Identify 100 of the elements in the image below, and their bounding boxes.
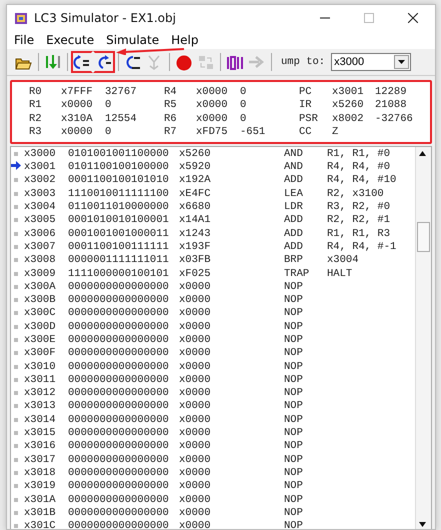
hex-cell-text: x0000 — [179, 320, 212, 333]
scrollbar-thumb[interactable] — [417, 222, 430, 252]
row-marker-icon[interactable] — [14, 391, 18, 396]
menu-item[interactable]: Help — [165, 33, 204, 47]
hex-cell-text: x6680 — [179, 201, 212, 214]
hex-cell-text: x0000 — [179, 454, 212, 466]
address-cell-text: x3005 — [24, 214, 57, 226]
binary-cell-text: 0000000000000000 — [68, 427, 170, 440]
opcode-cell-text: NOP — [284, 400, 304, 412]
step-over-icon — [73, 54, 91, 70]
row-marker-icon[interactable] — [14, 378, 18, 382]
opcode-cell-text: LEA — [284, 188, 304, 200]
row-marker-icon[interactable] — [14, 324, 18, 329]
address-cell-text: x3002 — [24, 174, 57, 186]
step-over-button[interactable] — [71, 51, 93, 73]
row-marker-icon[interactable] — [14, 272, 18, 276]
row-marker-icon[interactable] — [14, 205, 18, 210]
register-decimal: 0 — [240, 112, 248, 126]
row-marker-icon[interactable] — [14, 258, 18, 262]
address-cell-text: x301A — [24, 494, 57, 506]
row-marker-icon[interactable] — [14, 470, 18, 475]
address-cell-text: x300B — [24, 294, 57, 306]
binary-cell-text: 0001001001000011 — [68, 228, 170, 240]
hex-cell-text: x5920 — [179, 161, 212, 174]
opcode-cell-text: NOP — [284, 480, 304, 492]
row-marker-icon[interactable] — [14, 298, 18, 302]
row-marker-icon[interactable] — [14, 152, 18, 156]
binary-cell-text: 0000000000000000 — [68, 387, 170, 400]
binary-cell-text: 0001100100111111 — [68, 240, 170, 253]
register-name: R1 — [29, 99, 43, 113]
hex-cell-text: x1243 — [179, 228, 212, 240]
close-icon[interactable] — [408, 13, 418, 23]
arrow-icon — [248, 54, 266, 70]
row-marker-icon[interactable] — [14, 244, 18, 249]
binary-cell-text: 0000000000000000 — [68, 374, 170, 386]
opcode-cell-text: NOP — [284, 374, 304, 386]
row-marker-icon[interactable] — [14, 232, 18, 236]
binary-cell-text: 0000000000000000 — [68, 520, 170, 529]
address-cell-text: x3016 — [24, 440, 57, 452]
opcode-cell-text: NOP — [284, 520, 304, 529]
operands-cell-text: R2, R2, #1 — [327, 214, 392, 226]
row-marker-icon[interactable] — [14, 498, 18, 502]
binary-cell-text: 0000000000000000 — [68, 494, 170, 506]
hex-cell-text: x0000 — [179, 360, 212, 373]
opcode-cell-text: NOP — [284, 506, 304, 519]
row-marker-icon[interactable] — [14, 178, 18, 182]
row-marker-icon[interactable] — [14, 444, 18, 448]
row-marker-icon[interactable] — [14, 192, 18, 196]
address-cell-text: x300E — [24, 334, 57, 346]
opcode-cell-text: NOP — [284, 494, 304, 506]
row-marker-icon[interactable] — [14, 284, 18, 289]
binary-cell-text: 0000000000000000 — [68, 334, 170, 346]
menu-item[interactable]: File — [8, 33, 40, 47]
dropdown-button[interactable] — [394, 55, 410, 69]
hex-cell-text: x193F — [179, 240, 212, 253]
hex-cell-text: xE4FC — [179, 188, 212, 200]
address-cell-text: x3007 — [24, 240, 57, 253]
hex-cell-text: x03FB — [179, 254, 212, 266]
step-out-icon — [124, 54, 142, 70]
jump-combo[interactable]: x3000 — [331, 53, 412, 71]
binary-cell-text: 0000000000000000 — [68, 480, 170, 492]
register-hex: xFD75 — [196, 126, 229, 140]
row-marker-icon[interactable] — [14, 311, 18, 316]
register-name: R0 — [29, 86, 43, 100]
memory-icon — [226, 54, 244, 70]
opcode-cell-text: NOP — [284, 280, 304, 293]
binary-cell-text: 0000000000000000 — [68, 347, 170, 360]
binary-cell-text: 0001100100101010 — [68, 174, 170, 186]
opcode-cell-text: LDR — [284, 201, 304, 214]
register-hex: x5260 — [332, 99, 365, 113]
opcode-cell-text: NOP — [284, 360, 304, 373]
operands-cell-text: R2, x3100 — [327, 188, 385, 200]
row-marker-icon[interactable] — [14, 524, 18, 528]
hex-cell-text: x0000 — [179, 400, 212, 412]
address-cell-text: x3001 — [24, 161, 57, 174]
scrollbar[interactable] — [415, 147, 431, 529]
binary-cell-text: 0000001111111011 — [68, 254, 170, 266]
opcode-cell-text: NOP — [284, 320, 304, 333]
opcode-cell-text: NOP — [284, 427, 304, 440]
opcode-cell-text: AND — [284, 161, 304, 174]
register-name: IR — [299, 99, 313, 113]
address-cell-text: x3003 — [24, 188, 57, 200]
binary-cell-text: 0000000000000000 — [68, 454, 170, 466]
row-marker-icon[interactable] — [14, 418, 18, 422]
row-marker-icon[interactable] — [14, 510, 18, 515]
hex-cell-text: x0000 — [179, 294, 212, 306]
menu-item[interactable]: Execute — [40, 33, 100, 47]
row-marker-icon[interactable] — [14, 364, 18, 369]
opcode-cell-text: NOP — [284, 387, 304, 400]
row-marker-icon[interactable] — [14, 458, 18, 462]
row-marker-icon[interactable] — [14, 351, 18, 356]
register-hex: x0000 — [61, 126, 94, 140]
menu-item[interactable]: Simulate — [100, 33, 166, 47]
row-marker-icon[interactable] — [14, 218, 18, 222]
step-into-button[interactable] — [93, 51, 115, 73]
row-marker-icon[interactable] — [14, 404, 18, 408]
row-marker-icon[interactable] — [14, 338, 18, 342]
row-marker-icon[interactable] — [14, 484, 18, 488]
row-marker-icon[interactable] — [14, 431, 18, 436]
maximize-icon[interactable] — [364, 13, 374, 23]
